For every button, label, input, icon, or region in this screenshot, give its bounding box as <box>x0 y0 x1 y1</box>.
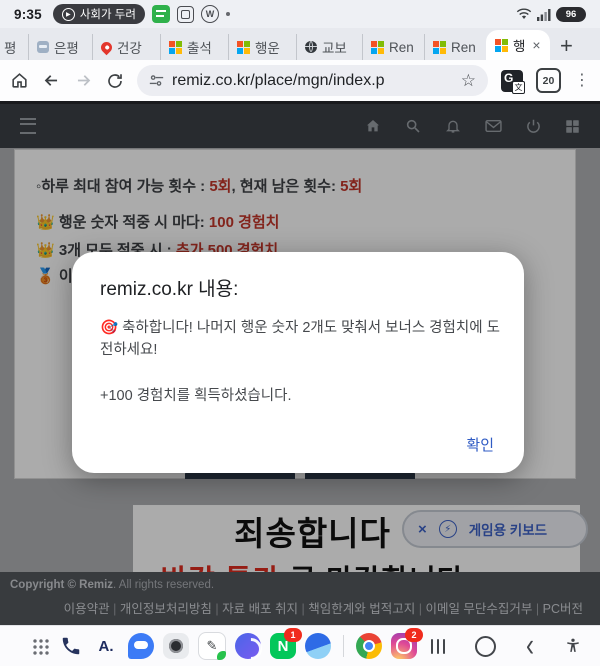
bixby-app-icon[interactable] <box>235 633 261 659</box>
clock: 9:35 <box>14 7 42 22</box>
four-square-favicon <box>237 41 250 54</box>
four-square-favicon <box>433 41 446 54</box>
accessibility-button[interactable] <box>564 636 582 656</box>
phone-app-icon[interactable] <box>58 633 84 659</box>
chrome-app-icon[interactable] <box>356 633 382 659</box>
web-content: ◦하루 최대 참여 가능 횟수 : 5회, 현재 남은 횟수: 5회 👑 행운 … <box>0 101 600 625</box>
tab-health[interactable]: 건강 <box>92 34 160 60</box>
forward-button[interactable] <box>74 71 93 90</box>
battery-indicator: 96 <box>556 7 586 22</box>
wifi-icon <box>516 7 532 21</box>
phone-screen: 9:35 ▶ 사회가 두려 W 96 평 <box>0 0 600 666</box>
tab-active-remiz[interactable]: 행 × <box>486 30 550 60</box>
taskbar-divider <box>343 635 344 657</box>
more-notifications-dot <box>226 12 230 16</box>
media-notification-label: 사회가 두려 <box>80 6 136 22</box>
close-tab-icon[interactable]: × <box>532 38 540 52</box>
globe-icon <box>305 41 317 53</box>
home-nav-button[interactable] <box>475 636 496 657</box>
w-app-notification-icon: W <box>201 5 219 23</box>
notification-badge: 2 <box>405 628 423 642</box>
tab-remiz-1[interactable]: Ren <box>362 34 424 60</box>
tab-remiz-2[interactable]: Ren <box>424 34 486 60</box>
tab-lucky[interactable]: 행운 <box>228 34 296 60</box>
back-nav-button[interactable]: ‹ <box>526 630 534 662</box>
dialog-message: 🎯 축하합니다! 나머지 행운 숫자 2개도 맞춰서 보너스 경험치에 도전하세… <box>100 317 500 362</box>
site-settings-icon <box>149 74 164 87</box>
play-icon: ▶ <box>62 8 75 21</box>
dart-icon: 🎯 <box>100 320 118 336</box>
recents-button[interactable] <box>431 639 446 654</box>
tab-eunpyeong[interactable]: 은평 <box>28 34 92 60</box>
tab-kyobo[interactable]: 교보 <box>296 34 362 60</box>
green-app-notification-icon <box>152 5 170 23</box>
naver-app-icon[interactable]: N 1 <box>270 633 296 659</box>
map-pin-icon <box>99 39 115 55</box>
four-square-favicon <box>495 39 508 52</box>
omnibox[interactable]: remiz.co.kr/place/mgn/index.p ☆ <box>137 65 488 96</box>
dialog-title: remiz.co.kr 내용: <box>100 274 496 301</box>
dialog-message-2: +100 경험치를 획득하셨습니다. <box>100 384 496 405</box>
signal-icon <box>537 8 551 21</box>
browser-toolbar: remiz.co.kr/place/mgn/index.p ☆ G 文 20 ⋮ <box>0 60 600 101</box>
screen-cast-icon <box>177 6 194 23</box>
home-button[interactable] <box>10 71 29 90</box>
bookmark-star-icon[interactable]: ☆ <box>461 71 476 91</box>
js-alert-dialog: remiz.co.kr 내용: 🎯 축하합니다! 나머지 행운 숫자 2개도 맞… <box>72 252 524 473</box>
notification-badge: 1 <box>284 628 302 642</box>
confirm-button[interactable]: 확인 <box>466 434 494 455</box>
app-drawer-icon[interactable] <box>32 638 49 655</box>
translate-icon[interactable]: G 文 <box>501 70 523 92</box>
media-notification-pill[interactable]: ▶ 사회가 두려 <box>53 4 145 24</box>
tab-attendance[interactable]: 출석 <box>160 34 228 60</box>
new-tab-button[interactable]: + <box>560 35 573 57</box>
four-square-favicon <box>371 41 384 54</box>
browser-tab-strip: 평 은평 건강 출석 행운 교보 Ren Ren <box>0 28 600 60</box>
notes-app-icon[interactable]: ✎ <box>198 632 226 660</box>
tab-switcher-button[interactable]: 20 <box>536 68 561 93</box>
android-taskbar: A. ✎ N 1 2 ‹ <box>0 625 600 666</box>
status-bar: 9:35 ▶ 사회가 두려 W 96 <box>0 0 600 28</box>
url-text[interactable]: remiz.co.kr/place/mgn/index.p <box>172 72 453 90</box>
whale-browser-icon[interactable] <box>305 633 331 659</box>
a-dot-app-icon[interactable]: A. <box>93 633 119 659</box>
browser-menu-icon[interactable]: ⋮ <box>574 73 590 89</box>
messages-app-icon[interactable] <box>128 633 154 659</box>
back-button[interactable] <box>42 71 61 90</box>
instagram-app-icon[interactable]: 2 <box>391 633 417 659</box>
four-square-favicon <box>169 41 182 54</box>
camera-app-icon[interactable] <box>163 633 189 659</box>
tab-favicon <box>37 41 49 53</box>
tab-partial[interactable]: 평 <box>2 34 28 60</box>
reload-button[interactable] <box>106 72 124 90</box>
